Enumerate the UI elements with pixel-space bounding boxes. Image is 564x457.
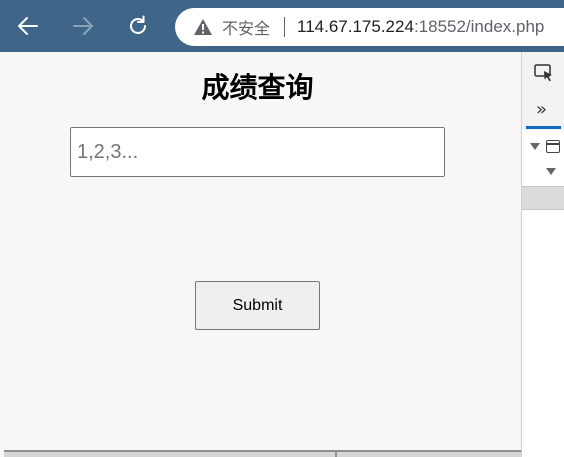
dom-node-icon bbox=[546, 140, 560, 153]
active-tab-indicator bbox=[526, 126, 561, 129]
security-status-text[interactable]: 不安全 bbox=[222, 15, 270, 39]
address-bar[interactable]: 不安全 114.67.175.224:18552/index.php bbox=[175, 8, 564, 46]
reload-button[interactable] bbox=[122, 10, 154, 42]
back-button[interactable] bbox=[12, 10, 44, 42]
page-viewport: 成绩查询 Submit bbox=[0, 52, 521, 457]
devtools-tabs: » bbox=[522, 90, 564, 130]
reload-icon bbox=[130, 15, 146, 34]
page-title: 成绩查询 bbox=[201, 71, 314, 104]
devtools-pane-divider[interactable] bbox=[522, 186, 564, 210]
forward-button[interactable] bbox=[67, 10, 99, 42]
submit-button[interactable]: Submit bbox=[195, 281, 320, 330]
url-host: 114.67.175.224 bbox=[297, 17, 414, 36]
arrow-right-icon bbox=[73, 17, 93, 35]
dom-tree-row[interactable] bbox=[530, 140, 560, 153]
more-tabs-button[interactable]: » bbox=[536, 99, 547, 120]
dom-tree-row-child[interactable] bbox=[546, 168, 556, 175]
expand-triangle-icon[interactable] bbox=[530, 143, 540, 150]
address-separator bbox=[284, 17, 286, 37]
devtools-panel: » bbox=[521, 52, 564, 457]
inspect-element-icon[interactable] bbox=[534, 64, 554, 86]
scrollbar-divider bbox=[335, 452, 337, 457]
warning-triangle-icon[interactable] bbox=[193, 17, 213, 37]
browser-toolbar: 不安全 114.67.175.224:18552/index.php bbox=[0, 0, 564, 52]
url-path: :18552/index.php bbox=[413, 17, 545, 36]
arrow-left-icon bbox=[18, 17, 38, 35]
horizontal-scrollbar[interactable] bbox=[4, 450, 521, 457]
url-text[interactable]: 114.67.175.224:18552/index.php bbox=[297, 17, 544, 37]
devtools-toolbar bbox=[522, 52, 564, 91]
query-input[interactable] bbox=[70, 127, 445, 177]
expand-triangle-icon[interactable] bbox=[546, 168, 556, 175]
